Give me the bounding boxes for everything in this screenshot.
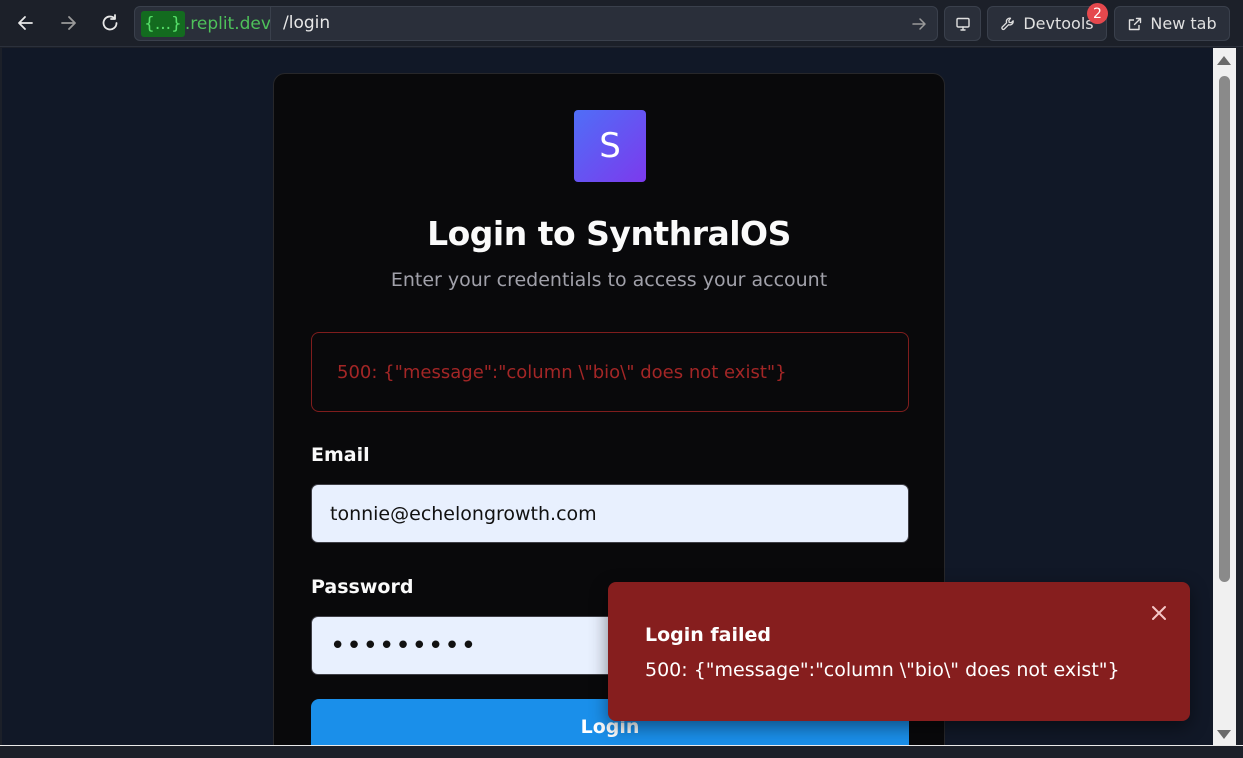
go-arrow-icon[interactable] — [909, 14, 929, 34]
new-tab-label: New tab — [1150, 14, 1217, 33]
password-label: Password — [311, 576, 414, 598]
page-scrollbar[interactable] — [1213, 48, 1236, 745]
reload-icon — [102, 14, 118, 31]
forward-button[interactable] — [54, 9, 82, 37]
close-icon[interactable] — [1148, 602, 1170, 624]
url-host: {...} .replit.dev — [141, 11, 271, 37]
browser-toolbar: {...} .replit.dev /login Devtools 2 New t… — [0, 0, 1243, 47]
password-field-value: ••••••••• — [330, 630, 478, 661]
devtools-label: Devtools — [1023, 14, 1094, 33]
new-tab-button[interactable]: New tab — [1114, 6, 1230, 41]
arrow-right-icon — [61, 16, 76, 30]
email-field[interactable]: tonnie@echelongrowth.com — [311, 484, 909, 543]
monitor-icon — [955, 17, 970, 31]
error-alert-text: 500: {"message":"column \"bio\" does not… — [337, 361, 787, 383]
external-link-icon — [1129, 17, 1142, 30]
url-divider — [270, 7, 271, 40]
back-button[interactable] — [12, 9, 40, 37]
reload-button[interactable] — [96, 9, 124, 37]
arrow-left-icon — [18, 16, 33, 30]
app-logo: S — [574, 110, 646, 182]
toast-title: Login failed — [645, 624, 772, 646]
scroll-up-arrow-icon[interactable] — [1217, 56, 1231, 65]
url-path[interactable]: /login — [283, 13, 330, 33]
address-bar[interactable]: {...} .replit.dev /login — [134, 6, 938, 41]
device-preview-button[interactable] — [944, 6, 981, 41]
page-title: Login to SynthralOS — [427, 214, 791, 253]
error-toast: Login failed 500: {"message":"column \"b… — [608, 582, 1190, 721]
scroll-down-arrow-icon[interactable] — [1217, 730, 1231, 739]
window-bottom-edge — [0, 745, 1243, 758]
devtools-badge: 2 — [1087, 3, 1108, 24]
scroll-thumb[interactable] — [1219, 76, 1230, 582]
email-field-value: tonnie@echelongrowth.com — [330, 502, 597, 525]
url-host-prefix: {...} — [141, 11, 185, 37]
toast-message: 500: {"message":"column \"bio\" does not… — [645, 659, 1120, 681]
wrench-icon — [1001, 17, 1015, 30]
email-label: Email — [311, 444, 370, 466]
error-alert: 500: {"message":"column \"bio\" does not… — [311, 332, 909, 412]
url-host-suffix: .replit.dev — [184, 14, 271, 34]
page-subtitle: Enter your credentials to access your ac… — [390, 269, 828, 291]
